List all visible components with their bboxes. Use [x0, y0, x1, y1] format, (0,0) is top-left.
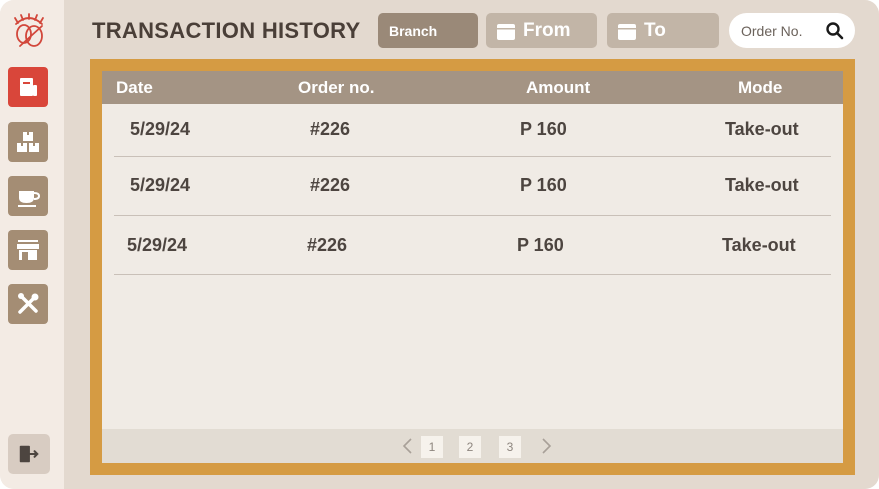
pagination: 1 2 3	[102, 429, 843, 463]
logout-button[interactable]	[8, 434, 50, 474]
table-header: Date Order no. Amount Mode	[102, 71, 843, 104]
logo-icon	[8, 10, 50, 52]
table-row[interactable]: 5/29/24 #226 P 160 Take-out	[114, 157, 831, 216]
sidebar	[0, 0, 64, 489]
row-order: #226	[307, 235, 348, 255]
sidebar-item-settings[interactable]	[8, 284, 48, 324]
transaction-panel: Date Order no. Amount Mode 5/29/24 #226 …	[90, 59, 855, 475]
from-date-label: From	[523, 19, 571, 41]
sidebar-item-menu[interactable]	[8, 176, 48, 216]
to-date-label: To	[644, 19, 666, 41]
column-header-mode: Mode	[738, 78, 783, 97]
row-amount: P 160	[517, 235, 564, 255]
row-amount: P 160	[520, 119, 567, 139]
order-search[interactable]	[729, 13, 855, 48]
logout-icon	[19, 445, 39, 463]
branch-filter-label: Branch	[389, 22, 438, 39]
page-1-button[interactable]: 1	[421, 436, 443, 458]
search-icon[interactable]	[825, 21, 845, 41]
row-order: #226	[310, 119, 351, 139]
from-date-button[interactable]: From	[486, 13, 597, 48]
page-3-button[interactable]: 3	[499, 436, 521, 458]
row-mode: Take-out	[725, 119, 799, 139]
transaction-table: Date Order no. Amount Mode 5/29/24 #226 …	[102, 71, 843, 463]
row-date: 5/29/24	[130, 119, 191, 139]
sidebar-item-transactions[interactable]	[8, 67, 48, 107]
sidebar-item-branches[interactable]	[8, 230, 48, 270]
row-mode: Take-out	[722, 235, 796, 255]
table-row[interactable]: 5/29/24 #226 P 160 Take-out	[114, 104, 831, 157]
page-title: TRANSACTION HISTORY	[92, 18, 361, 43]
boxes-icon	[17, 132, 39, 152]
table-row[interactable]: 5/29/24 #226 P 160 Take-out	[114, 216, 831, 275]
order-search-input[interactable]	[741, 22, 823, 39]
page-2-button[interactable]: 2	[459, 436, 481, 458]
calendar-icon	[618, 23, 636, 40]
row-order: #226	[310, 175, 351, 195]
chevron-right-icon[interactable]	[536, 436, 556, 456]
app-window: TRANSACTION HISTORY Branch From To Date …	[0, 0, 879, 489]
row-amount: P 160	[520, 175, 567, 195]
coffee-cup-icon	[18, 191, 41, 207]
branch-filter-button[interactable]: Branch	[378, 13, 478, 48]
to-date-button[interactable]: To	[607, 13, 719, 48]
calendar-icon	[497, 23, 515, 40]
sidebar-item-inventory[interactable]	[8, 122, 48, 162]
row-date: 5/29/24	[127, 235, 188, 255]
column-header-date: Date	[116, 78, 153, 97]
row-mode: Take-out	[725, 175, 799, 195]
chevron-left-icon[interactable]	[398, 436, 418, 456]
column-header-order: Order no.	[298, 78, 375, 97]
row-date: 5/29/24	[130, 175, 191, 195]
store-icon	[17, 240, 39, 260]
column-header-amount: Amount	[526, 78, 591, 97]
receipt-icon	[20, 78, 37, 96]
tools-icon	[18, 293, 39, 314]
